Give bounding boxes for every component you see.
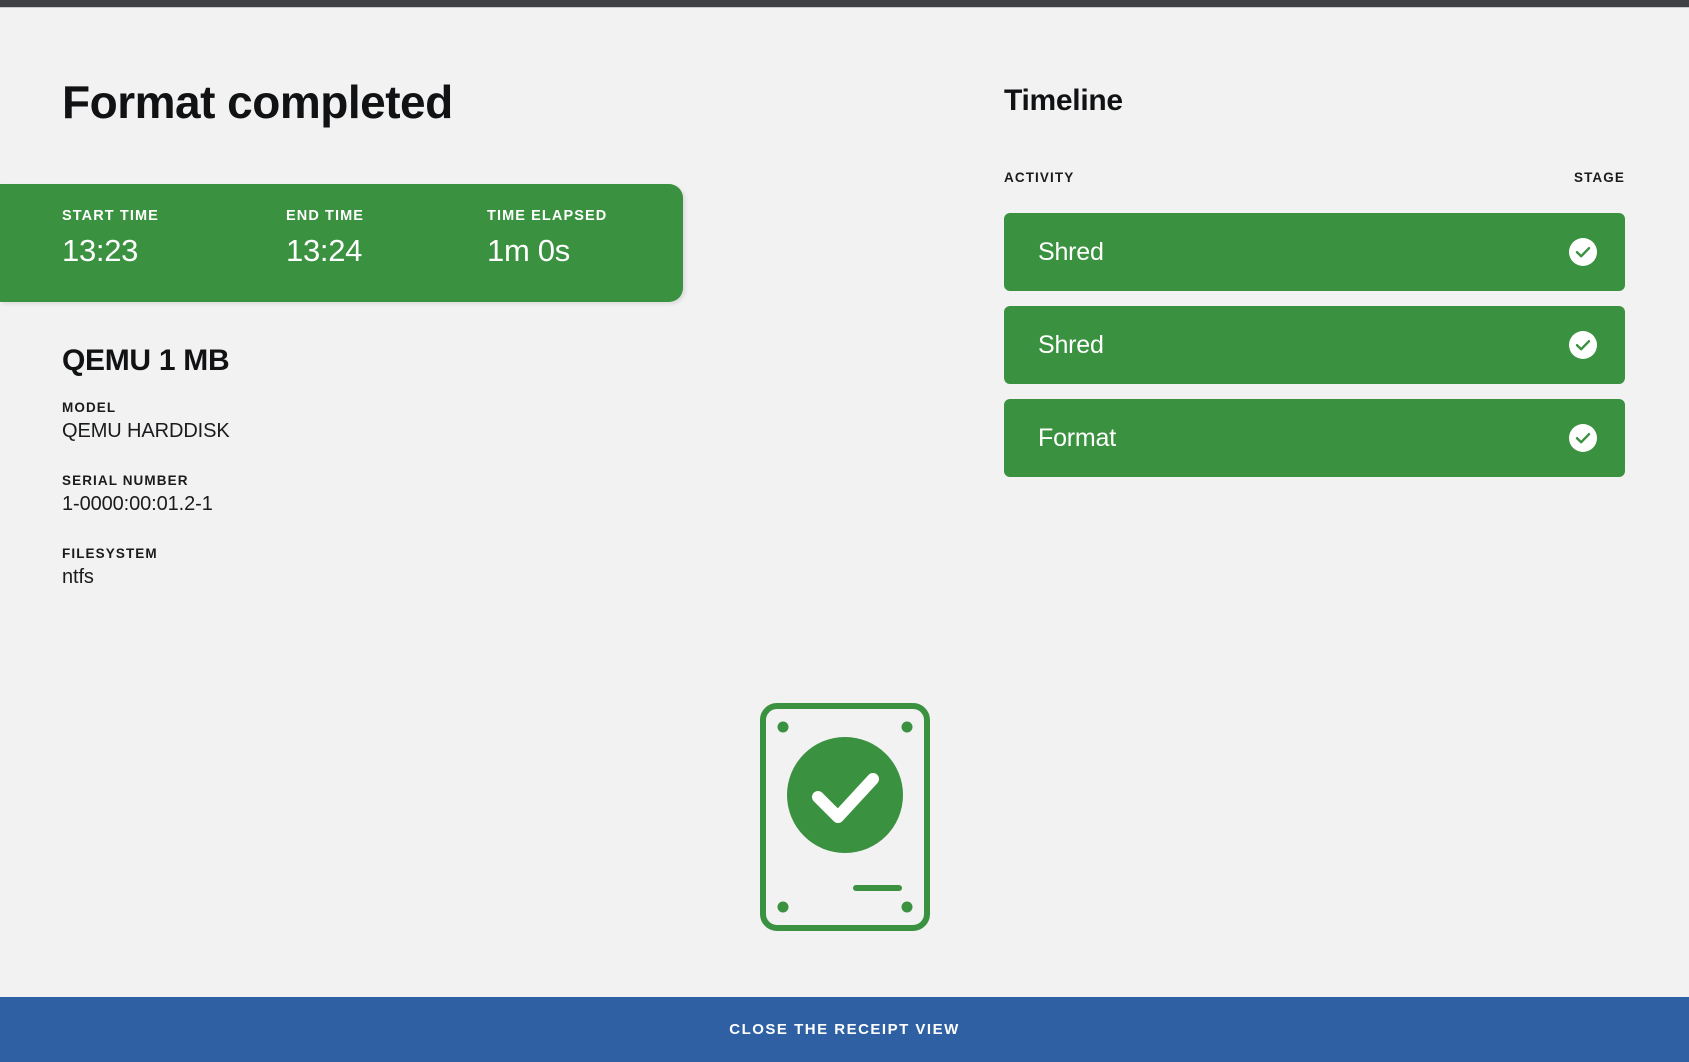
timeline-row[interactable]: Format (1004, 399, 1625, 477)
close-receipt-view-label: CLOSE THE RECEIPT VIEW (729, 1021, 960, 1038)
hard-disk-success-icon (760, 703, 930, 931)
window-chrome-bar (0, 0, 1689, 7)
stat-start-time-value: 13:23 (62, 233, 139, 268)
stat-time-elapsed-label: TIME ELAPSED (487, 208, 608, 224)
timeline-column-headers: ACTIVITY STAGE (1004, 170, 1625, 190)
device-field-filesystem: FILESYSTEM ntfs (62, 546, 158, 589)
summary-stats-bar: START TIME 13:23 END TIME 13:24 TIME ELA… (0, 184, 683, 302)
device-field-serial-number: SERIAL NUMBER 1-0000:00:01.2-1 (62, 473, 213, 516)
device-field-model-label: MODEL (62, 400, 117, 415)
stat-time-elapsed-value: 1m 0s (487, 233, 570, 268)
device-field-serial-number-label: SERIAL NUMBER (62, 473, 189, 488)
device-field-serial-number-value: 1-0000:00:01.2-1 (62, 493, 213, 515)
timeline-row-activity: Shred (1038, 237, 1104, 266)
device-field-filesystem-label: FILESYSTEM (62, 546, 158, 561)
timeline-row-activity: Format (1038, 423, 1116, 452)
timeline-row-activity: Shred (1038, 330, 1104, 359)
timeline-header-activity: ACTIVITY (1004, 170, 1075, 185)
device-name: QEMU 1 MB (62, 344, 230, 377)
device-field-model-value: QEMU HARDDISK (62, 420, 230, 442)
timeline-row[interactable]: Shred (1004, 306, 1625, 384)
stat-end-time-value: 13:24 (286, 233, 363, 268)
timeline-header-stage: STAGE (1573, 170, 1625, 185)
check-circle-icon (1569, 424, 1597, 452)
device-field-model: MODEL QEMU HARDDISK (62, 400, 230, 443)
device-field-filesystem-value: ntfs (62, 566, 94, 588)
check-circle-icon (1569, 238, 1597, 266)
window-chrome-divider (0, 7, 1689, 8)
page-title: Format completed (62, 76, 453, 128)
stat-start-time-label: START TIME (62, 208, 159, 224)
receipt-view: Format completed START TIME 13:23 END TI… (0, 0, 1689, 1062)
timeline-title: Timeline (1004, 84, 1123, 117)
check-circle-icon (1569, 331, 1597, 359)
stat-end-time-label: END TIME (286, 208, 365, 224)
timeline-row[interactable]: Shred (1004, 213, 1625, 291)
close-receipt-view-button[interactable]: CLOSE THE RECEIPT VIEW (0, 997, 1689, 1062)
